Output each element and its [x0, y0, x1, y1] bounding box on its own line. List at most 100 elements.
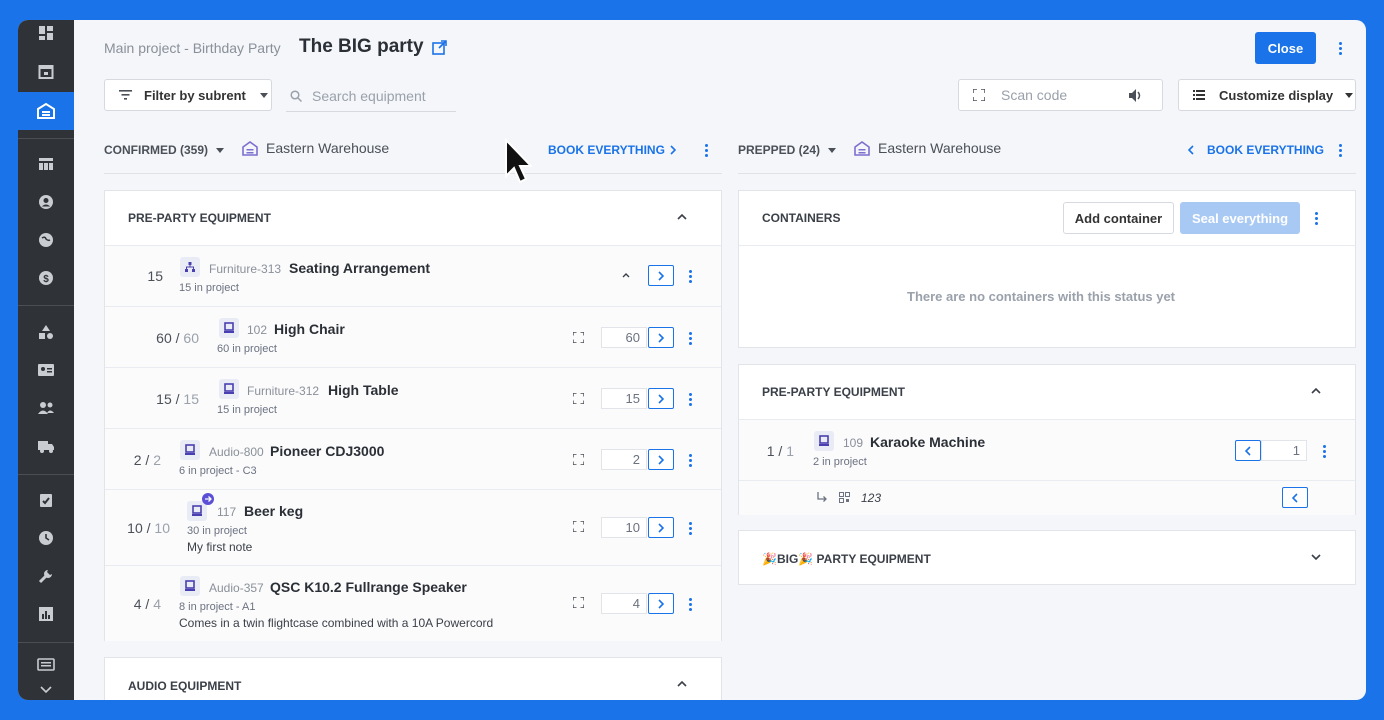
containers-title: CONTAINERS: [762, 211, 841, 225]
message-icon[interactable]: [18, 650, 74, 680]
contact-card-icon[interactable]: [18, 351, 74, 389]
table-row[interactable]: 2 / 2 Audio-800 Pioneer CDJ3000 6 in pro…: [105, 429, 721, 490]
item-name[interactable]: Beer keg: [244, 503, 303, 519]
quantity-input[interactable]: 15: [601, 388, 647, 409]
breadcrumb[interactable]: Main project - Birthday Party: [104, 40, 281, 56]
clock-icon[interactable]: [18, 519, 74, 557]
group-header[interactable]: 🎉BIG🎉 PARTY EQUIPMENT: [739, 531, 1355, 586]
book-everything-button[interactable]: BOOK EVERYTHING: [548, 143, 665, 157]
report-chart-icon[interactable]: [18, 595, 74, 633]
warehouse-selector[interactable]: Eastern Warehouse: [854, 140, 1001, 156]
move-right-button[interactable]: [648, 327, 674, 348]
quantity-input[interactable]: 4: [601, 593, 647, 614]
table-icon[interactable]: [18, 145, 74, 183]
table-row[interactable]: 15 Furniture-313 Seating Arrangement 15 …: [105, 246, 721, 307]
table-row[interactable]: 4 / 4 Audio-357 QSC K10.2 Fullrange Spea…: [105, 566, 721, 641]
external-link-icon[interactable]: [432, 40, 447, 60]
row-more-icon[interactable]: [684, 330, 696, 346]
chevron-up-icon[interactable]: [622, 273, 630, 278]
chevron-down-icon[interactable]: [18, 680, 74, 700]
left-column-more-icon[interactable]: [700, 142, 712, 158]
item-name[interactable]: Seating Arrangement: [289, 260, 430, 276]
table-row[interactable]: 60 / 60 102 High Chair 60 in project 60: [105, 307, 721, 368]
move-right-button[interactable]: [648, 517, 674, 538]
warehouse-selector[interactable]: Eastern Warehouse: [242, 140, 389, 156]
clipboard-check-icon[interactable]: [18, 481, 74, 519]
sound-icon[interactable]: [1129, 89, 1143, 102]
move-left-button[interactable]: [1282, 487, 1308, 508]
item-name[interactable]: High Chair: [274, 321, 345, 337]
truck-icon[interactable]: [18, 427, 74, 465]
move-right-button[interactable]: [648, 593, 674, 614]
header-more-icon[interactable]: [1334, 40, 1346, 56]
serial-row[interactable]: 123: [739, 481, 1355, 515]
row-more-icon[interactable]: [684, 520, 696, 536]
containers-more-icon[interactable]: [1310, 210, 1322, 226]
filter-subrent-button[interactable]: Filter by subrent: [104, 79, 272, 111]
chevron-left-icon[interactable]: [1188, 145, 1194, 155]
calendar-icon[interactable]: [18, 52, 74, 90]
right-column-more-icon[interactable]: [1334, 142, 1346, 158]
scan-frame-icon: [973, 89, 985, 101]
book-everything-button[interactable]: BOOK EVERYTHING: [1207, 143, 1324, 157]
group-header[interactable]: PRE-PARTY EQUIPMENT: [739, 365, 1355, 420]
chevron-right-icon[interactable]: [670, 145, 676, 155]
scan-frame-icon[interactable]: [573, 597, 584, 608]
item-name[interactable]: Pioneer CDJ3000: [270, 443, 384, 459]
seal-everything-button[interactable]: Seal everything: [1180, 202, 1300, 234]
svg-text:$: $: [43, 274, 49, 285]
quantity-input[interactable]: 2: [601, 449, 647, 470]
quantity-input[interactable]: 60: [601, 327, 647, 348]
chevron-down-icon[interactable]: [1311, 554, 1321, 560]
row-more-icon[interactable]: [1318, 443, 1330, 459]
move-right-button[interactable]: [648, 388, 674, 409]
move-left-button[interactable]: [1235, 440, 1261, 461]
group-header[interactable]: AUDIO EQUIPMENT: [105, 658, 721, 700]
item-quantity: 15 / 15: [156, 391, 199, 407]
row-more-icon[interactable]: [684, 596, 696, 612]
warehouse-icon[interactable]: [18, 92, 74, 130]
search-input[interactable]: Search equipment: [286, 80, 456, 112]
chevron-up-icon[interactable]: [1311, 388, 1321, 394]
add-container-button[interactable]: Add container: [1063, 202, 1174, 234]
move-right-button[interactable]: [648, 265, 674, 286]
list-icon: [1193, 90, 1205, 100]
item-name[interactable]: Karaoke Machine: [870, 434, 985, 450]
customize-display-button[interactable]: Customize display: [1178, 79, 1356, 111]
equipment-icon: [180, 440, 200, 460]
group-header[interactable]: PRE-PARTY EQUIPMENT: [105, 191, 721, 246]
row-more-icon[interactable]: [684, 452, 696, 468]
people-icon[interactable]: [18, 389, 74, 427]
quantity-input[interactable]: 10: [601, 517, 647, 538]
table-row[interactable]: 15 / 15 Furniture-312 High Table 15 in p…: [105, 368, 721, 429]
move-right-button[interactable]: [648, 449, 674, 470]
table-row[interactable]: 10 / 10 117 Beer keg 30 in project My fi…: [105, 490, 721, 566]
table-row[interactable]: 1 / 1 109 Karaoke Machine 2 in project 1: [739, 420, 1355, 481]
scan-frame-icon[interactable]: [573, 521, 584, 532]
user-icon[interactable]: [18, 183, 74, 221]
shapes-icon[interactable]: [18, 313, 74, 351]
close-button[interactable]: Close: [1255, 32, 1316, 64]
dashboard-icon[interactable]: [18, 20, 74, 46]
status-dropdown-prepped[interactable]: PREPPED (24): [738, 140, 837, 160]
status-dropdown-confirmed[interactable]: CONFIRMED (359): [104, 140, 225, 160]
scan-frame-icon[interactable]: [573, 393, 584, 404]
scan-code-input[interactable]: Scan code: [958, 79, 1163, 111]
item-in-project: 15 in project: [179, 282, 239, 294]
item-quantity: 60 / 60: [156, 330, 199, 346]
wrench-icon[interactable]: [18, 557, 74, 595]
row-more-icon[interactable]: [684, 391, 696, 407]
scan-frame-icon[interactable]: [573, 332, 584, 343]
globe-icon[interactable]: [18, 221, 74, 259]
item-name[interactable]: QSC K10.2 Fullrange Speaker: [270, 579, 467, 595]
quantity-input[interactable]: 1: [1261, 440, 1307, 461]
chevron-up-icon[interactable]: [677, 214, 687, 220]
scan-frame-icon[interactable]: [573, 454, 584, 465]
dollar-icon[interactable]: $: [18, 259, 74, 297]
item-code: 102: [247, 323, 268, 337]
group-title: PRE-PARTY EQUIPMENT: [762, 385, 905, 399]
chevron-up-icon[interactable]: [677, 681, 687, 687]
row-more-icon[interactable]: [684, 268, 696, 284]
warehouse-icon: [242, 140, 258, 156]
item-name[interactable]: High Table: [328, 382, 399, 398]
